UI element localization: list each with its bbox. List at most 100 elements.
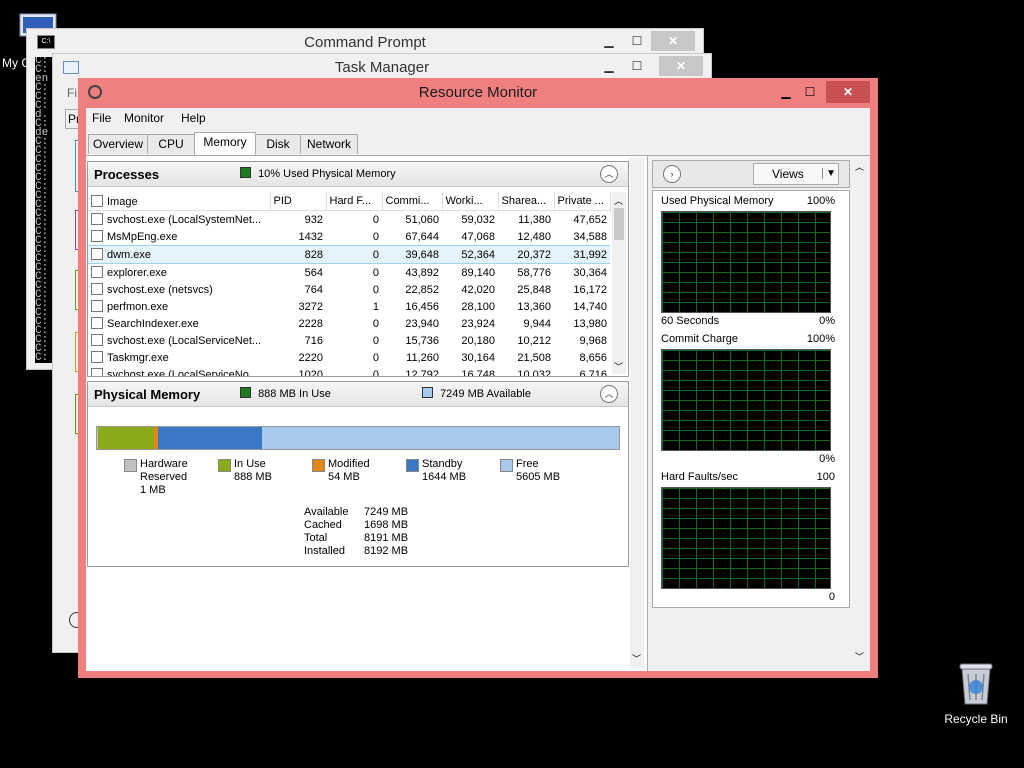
process-checkbox[interactable]: [91, 300, 103, 312]
graph-scroll-down-icon[interactable]: ﹀: [855, 650, 864, 663]
physical-memory-collapse-chevron-icon[interactable]: ︿: [600, 385, 618, 403]
column-header-working[interactable]: Worki...: [442, 192, 499, 211]
menu-monitor[interactable]: Monitor: [124, 111, 164, 125]
column-header-image[interactable]: Image: [88, 192, 271, 211]
process-value-cell: 12,480: [517, 230, 551, 243]
process-row[interactable]: svchost.exe (netsvcs) 764 0 22,852 42,020 25,…: [88, 281, 610, 298]
process-row[interactable]: Taskmgr.exe 2220 0 11,260 30,164 21,508 8,656: [88, 349, 610, 366]
rm-close-button[interactable]: ✕: [826, 81, 870, 103]
column-header-private[interactable]: Private ...: [554, 192, 611, 211]
select-all-checkbox[interactable]: [91, 194, 103, 207]
tm-minimize-button[interactable]: ▁: [599, 56, 619, 76]
memory-usage-bar: [96, 426, 620, 450]
graph-footer-right: 0: [828, 591, 835, 603]
process-checkbox[interactable]: [91, 266, 103, 278]
process-checkbox[interactable]: [91, 283, 103, 295]
process-value-cell: 31,992: [554, 245, 610, 264]
process-checkbox[interactable]: [91, 248, 103, 260]
legend-label: Modified: [328, 458, 370, 470]
process-value-cell: 28,100: [461, 300, 495, 313]
legend-label: In Use: [234, 458, 266, 470]
tab-network[interactable]: Network: [300, 134, 358, 154]
process-value-cell: 23,924: [461, 317, 495, 330]
rm-minimize-button[interactable]: ▁: [776, 81, 796, 103]
scroll-thumb[interactable]: [614, 208, 624, 240]
processes-collapse-chevron-icon[interactable]: ︿: [600, 165, 618, 183]
processes-scrollbar[interactable]: ︿ ﹀: [612, 192, 626, 374]
memory-stat-value: 8192 MB: [364, 545, 409, 557]
process-checkbox[interactable]: [91, 334, 103, 346]
process-row[interactable]: explorer.exe 564 0 43,892 89,140 58,776 30,364: [88, 264, 610, 282]
cmd-app-icon: C:\: [37, 35, 55, 49]
graph-footer-right: 0%: [819, 453, 835, 465]
tab-disk[interactable]: Disk: [255, 134, 301, 154]
process-row[interactable]: svchost.exe (LocalServiceNo... 1020 0 12,79…: [88, 366, 610, 376]
memory-stat-row: Installed 8192 MB: [304, 545, 408, 558]
graph-pane-scrollbar[interactable]: ︿ ﹀: [852, 156, 868, 671]
process-value-cell: 13,980: [573, 317, 607, 330]
process-row[interactable]: SearchIndexer.exe 2228 0 23,940 23,924 9,944 1…: [88, 315, 610, 332]
tm-menu-file[interactable]: Fi: [67, 86, 77, 100]
process-row[interactable]: perfmon.exe 3272 1 16,456 28,100 13,360 14,740: [88, 298, 610, 315]
memory-stats: Available 7249 MB Cached 1698 MB Total 8191 M…: [304, 506, 408, 558]
menu-help[interactable]: Help: [181, 111, 206, 125]
legend-value: 1 MB: [140, 484, 166, 496]
menu-bar: File Monitor Help: [86, 108, 870, 128]
views-dropdown[interactable]: Views ▼: [753, 163, 839, 185]
process-image-name: Taskmgr.exe: [107, 352, 169, 364]
menu-file[interactable]: File: [92, 111, 111, 125]
process-value-cell: 59,032: [461, 213, 495, 226]
legend-label: Standby: [422, 458, 463, 470]
memory-stat-row: Cached 1698 MB: [304, 519, 408, 532]
scroll-down-icon[interactable]: ﹀: [614, 360, 623, 373]
memory-stat-label: Total: [304, 532, 328, 544]
resource-monitor-titlebar[interactable]: Resource Monitor: [78, 78, 878, 106]
expand-graph-pane-icon[interactable]: ›: [663, 165, 681, 183]
memory-bar-segment-in-use: [98, 427, 155, 449]
recycle-bin-desktop-icon[interactable]: Recycle Bin: [938, 660, 1014, 732]
column-header-pid[interactable]: PID: [270, 192, 327, 211]
in-use-status: 888 MB In Use: [240, 387, 331, 400]
tab-memory[interactable]: Memory: [194, 132, 256, 155]
tab-overview[interactable]: Overview: [88, 134, 148, 154]
resource-monitor-window[interactable]: Resource Monitor ▁ ☐ ✕ File Monitor Help…: [78, 78, 878, 678]
process-value-cell: 8,656: [579, 351, 607, 364]
column-header-commit[interactable]: Commi...: [382, 192, 443, 211]
process-checkbox[interactable]: [91, 213, 103, 225]
legend-value: 54 MB: [328, 471, 360, 483]
process-row[interactable]: MsMpEng.exe 1432 0 67,644 47,068 12,480 34,588: [88, 228, 610, 246]
tab-cpu[interactable]: CPU: [147, 134, 195, 154]
scroll-up-icon[interactable]: ︿: [614, 194, 623, 207]
process-row[interactable]: dwm.exe 828 0 39,648 52,364 20,372 31,992: [88, 245, 610, 264]
process-checkbox[interactable]: [91, 351, 103, 363]
process-value-cell: 16,172: [573, 283, 607, 296]
process-value-cell: 47,652: [573, 213, 607, 226]
content-scroll-down-icon[interactable]: ﹀: [632, 652, 641, 665]
cmd-close-button[interactable]: ✕: [651, 31, 695, 51]
process-image-cell: svchost.exe (netsvcs): [88, 281, 270, 298]
process-value-cell: 42,020: [461, 283, 495, 296]
processes-header[interactable]: Processes 10% Used Physical Memory ︿: [88, 162, 628, 187]
content-scrollbar[interactable]: ﹀: [630, 158, 644, 668]
graph-scroll-up-icon[interactable]: ︿: [855, 160, 864, 173]
process-image-name: perfmon.exe: [107, 301, 169, 313]
cmd-maximize-button[interactable]: ☐: [627, 31, 647, 51]
process-value-cell: 30,364: [573, 266, 607, 279]
process-value-cell: 11,380: [518, 213, 551, 226]
cmd-minimize-button[interactable]: ▁: [599, 31, 619, 51]
process-row[interactable]: svchost.exe (LocalSystemNet... 932 0 51,060…: [88, 211, 610, 229]
views-label: Views: [772, 167, 804, 181]
tm-close-button[interactable]: ✕: [659, 56, 703, 76]
legend-label: Hardware: [140, 458, 188, 470]
column-header-shareable[interactable]: Sharea...: [498, 192, 555, 211]
process-checkbox[interactable]: [91, 317, 103, 329]
physical-memory-header[interactable]: Physical Memory 888 MB In Use 7249 MB Av…: [88, 382, 628, 407]
process-checkbox[interactable]: [91, 368, 103, 376]
rm-maximize-button[interactable]: ☐: [800, 81, 820, 103]
process-row[interactable]: svchost.exe (LocalServiceNet... 716 0 15,73…: [88, 332, 610, 349]
process-value-cell: 89,140: [461, 266, 495, 279]
tm-maximize-button[interactable]: ☐: [627, 56, 647, 76]
column-header-hard-faults[interactable]: Hard F...: [326, 192, 383, 211]
graph-footer-right: 0%: [819, 315, 835, 327]
process-checkbox[interactable]: [91, 230, 103, 242]
